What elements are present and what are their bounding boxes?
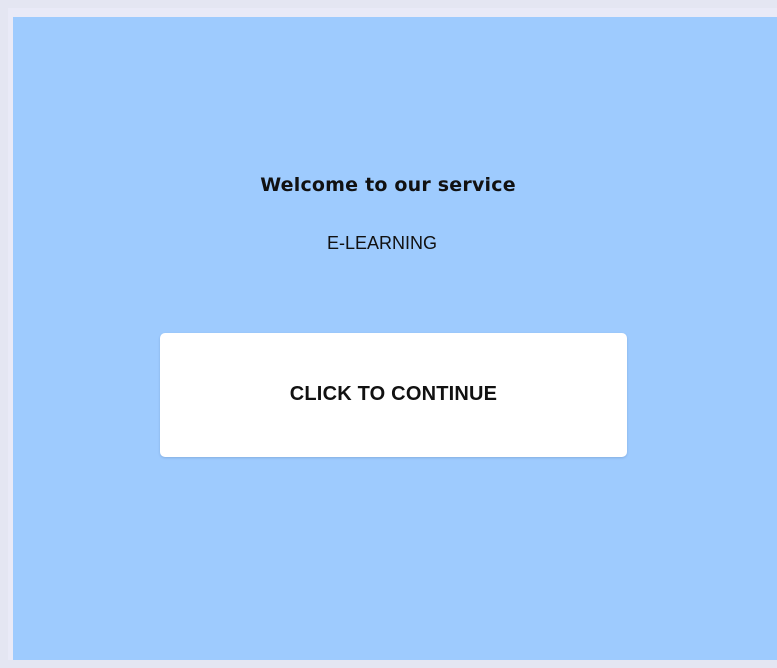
service-name: E-LEARNING [326, 233, 438, 253]
continue-button[interactable]: CLICK TO CONTINUE [160, 333, 627, 457]
welcome-panel: Welcome to our service E-LEARNING CLICK … [13, 17, 777, 660]
continue-button-label: CLICK TO CONTINUE [289, 382, 498, 405]
welcome-heading: Welcome to our service [260, 174, 516, 196]
